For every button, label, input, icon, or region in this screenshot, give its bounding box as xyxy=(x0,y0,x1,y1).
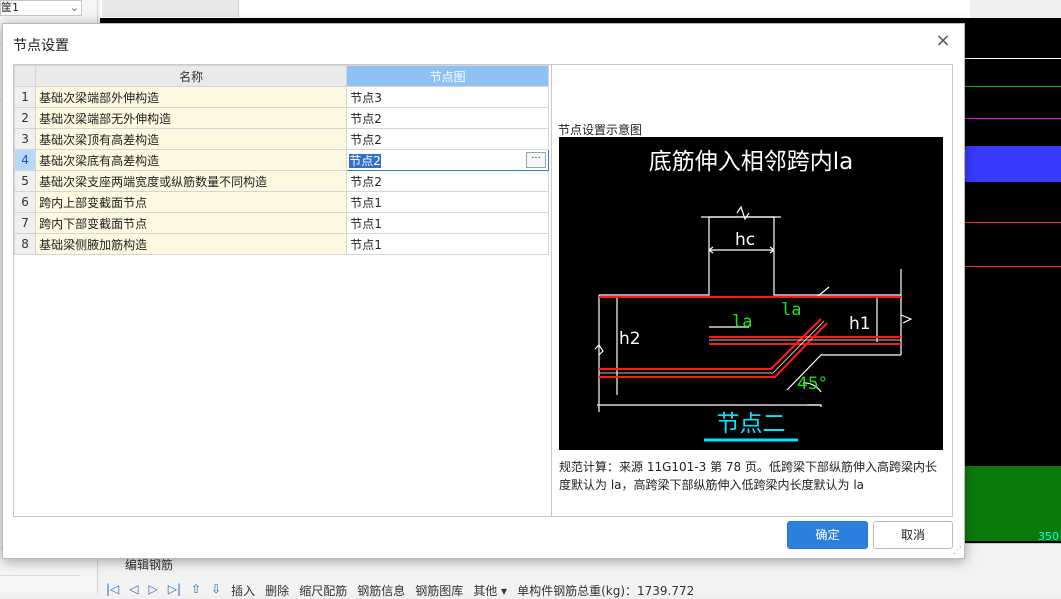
resize-grip-icon[interactable]: ⋰ xyxy=(953,546,962,556)
row-node-cell[interactable]: 节点2 xyxy=(346,128,549,150)
dialog-title: 节点设置 xyxy=(13,38,69,54)
cad-blue-band xyxy=(963,146,1061,182)
diagram-title: 底筋伸入相邻跨内la xyxy=(649,149,853,175)
diagram-angle-label: 45° xyxy=(797,374,827,394)
row-name-cell: 基础次梁底有高差构造 xyxy=(35,149,348,171)
row-name-cell: 基础次梁端部无外伸构造 xyxy=(35,107,348,129)
table-row[interactable]: 8 基础梁侧腋加筋构造 节点1 xyxy=(13,233,549,255)
preview-panel: 节点设置示意图 底筋伸入相邻跨内la hc h1 h2 la la 45° 节点… xyxy=(551,64,953,517)
row-name-cell: 跨内上部变截面节点 xyxy=(35,191,348,213)
left-select[interactable]: 筐1 ⌄ xyxy=(0,0,82,16)
row-name-cell: 基础梁侧腋加筋构造 xyxy=(35,233,348,255)
row-name-cell: 跨内下部变截面节点 xyxy=(35,212,348,234)
row-name-cell: 基础次梁端部外伸构造 xyxy=(35,86,348,108)
row-name-cell: 基础次梁支座两端宽度或纵筋数量不同构造 xyxy=(35,170,348,192)
more-icon[interactable]: ··· xyxy=(526,152,546,168)
row-node-cell[interactable]: 节点2 xyxy=(346,170,549,192)
cad-viewport[interactable]: 350 xyxy=(963,18,1061,543)
cad-line xyxy=(963,86,1061,87)
table-row[interactable]: 6 跨内上部变截面节点 节点1 xyxy=(13,191,549,213)
table-row[interactable]: 7 跨内下部变截面节点 节点1 xyxy=(13,212,549,234)
row-node-cell[interactable]: 节点1 xyxy=(346,233,549,255)
next-icon[interactable]: ▷ xyxy=(149,582,158,599)
cancel-button[interactable]: 取消 xyxy=(873,521,953,549)
total-weight-label: 单构件钢筋总重(kg)：1739.772 xyxy=(517,584,695,598)
insert-button[interactable]: 插入 xyxy=(231,582,255,599)
table-row[interactable]: 2 基础次梁端部无外伸构造 节点2 xyxy=(13,107,549,129)
row-node-cell[interactable]: 节点2 xyxy=(346,107,549,129)
row-number[interactable]: 3 xyxy=(13,128,37,150)
move-down-icon[interactable]: ⇩ xyxy=(211,582,221,599)
ok-button[interactable]: 确定 xyxy=(787,521,868,549)
row-number[interactable]: 1 xyxy=(13,86,37,108)
last-icon[interactable]: ▷| xyxy=(168,582,181,599)
cad-number: 350 xyxy=(1038,530,1059,543)
diagram-node-label: 节点二 xyxy=(717,411,786,437)
calculation-note: 规范计算：来源 11G101-3 第 78 页。低跨梁下部纵筋伸入高跨梁内长度默… xyxy=(559,460,937,492)
document-tabstrip xyxy=(100,0,970,19)
node-settings-dialog: 节点设置 × 名称 节点图 1 基础次梁端部外伸构造 节点3 2 基础次梁端部无外伸构造… xyxy=(2,23,965,559)
cad-line xyxy=(963,222,1061,223)
column-header-name[interactable]: 名称 xyxy=(35,65,348,87)
rebar-library-button[interactable]: 钢筋图库 xyxy=(415,582,463,599)
first-icon[interactable]: |◁ xyxy=(106,582,119,599)
node-table: 名称 节点图 1 基础次梁端部外伸构造 节点3 2 基础次梁端部无外伸构造 节点2 3 基础次… xyxy=(13,64,554,517)
move-up-icon[interactable]: ⇧ xyxy=(191,582,201,599)
table-row[interactable]: 4 基础次梁底有高差构造 节点2 ··· xyxy=(13,149,549,171)
node-cell-editor[interactable]: 节点2 xyxy=(349,153,381,168)
row-number[interactable]: 7 xyxy=(13,212,37,234)
row-node-cell[interactable]: 节点1 xyxy=(346,191,549,213)
diagram-h1-label: h1 xyxy=(849,314,871,334)
scale-rebar-button[interactable]: 缩尺配筋 xyxy=(299,582,347,599)
diagram-rebars xyxy=(599,296,901,378)
left-select-value: 筐1 xyxy=(1,1,19,14)
delete-button[interactable]: 删除 xyxy=(265,582,289,599)
document-tab[interactable] xyxy=(102,0,239,17)
diagram-la-label: la xyxy=(732,312,752,332)
row-node-cell[interactable]: 节点3 xyxy=(346,86,549,108)
diagram-la-label-2: la xyxy=(781,300,801,320)
row-node-cell[interactable]: 节点1 xyxy=(346,212,549,234)
row-number[interactable]: 6 xyxy=(13,191,37,213)
row-node-cell[interactable]: 节点2 ··· xyxy=(346,149,549,171)
diagram-hc-label: hc xyxy=(735,230,755,250)
prev-icon[interactable]: ◁ xyxy=(129,582,138,599)
diagram-h2-label: h2 xyxy=(619,329,641,349)
row-number[interactable]: 2 xyxy=(13,107,37,129)
table-row[interactable]: 1 基础次梁端部外伸构造 节点3 xyxy=(13,86,549,108)
row-number-header xyxy=(13,65,37,87)
cad-line xyxy=(963,266,1061,267)
column-header-node[interactable]: 节点图 xyxy=(346,65,549,87)
row-number[interactable]: 8 xyxy=(13,233,37,255)
row-number[interactable]: 5 xyxy=(13,170,37,192)
rebar-toolbar: |◁ ◁ ▷ ▷| ⇧ ⇩ 插入 删除 缩尺配筋 钢筋信息 钢筋图库 其他 ▾ … xyxy=(106,582,694,599)
other-menu[interactable]: 其他 ▾ xyxy=(473,582,507,599)
close-icon[interactable]: × xyxy=(934,32,952,50)
row-number[interactable]: 4 xyxy=(13,149,37,171)
table-row[interactable]: 5 基础次梁支座两端宽度或纵筋数量不同构造 节点2 xyxy=(13,170,549,192)
node-diagram: 底筋伸入相邻跨内la hc h1 h2 la la 45° 节点二 xyxy=(559,137,943,450)
rebar-info-button[interactable]: 钢筋信息 xyxy=(357,582,405,599)
cad-line xyxy=(963,118,1061,119)
chevron-down-icon: ⌄ xyxy=(69,1,79,14)
row-name-cell: 基础次梁顶有高差构造 xyxy=(35,128,348,150)
cad-line xyxy=(963,58,1061,59)
divider xyxy=(0,575,80,576)
preview-label: 节点设置示意图 xyxy=(558,123,643,137)
table-row[interactable]: 3 基础次梁顶有高差构造 节点2 xyxy=(13,128,549,150)
